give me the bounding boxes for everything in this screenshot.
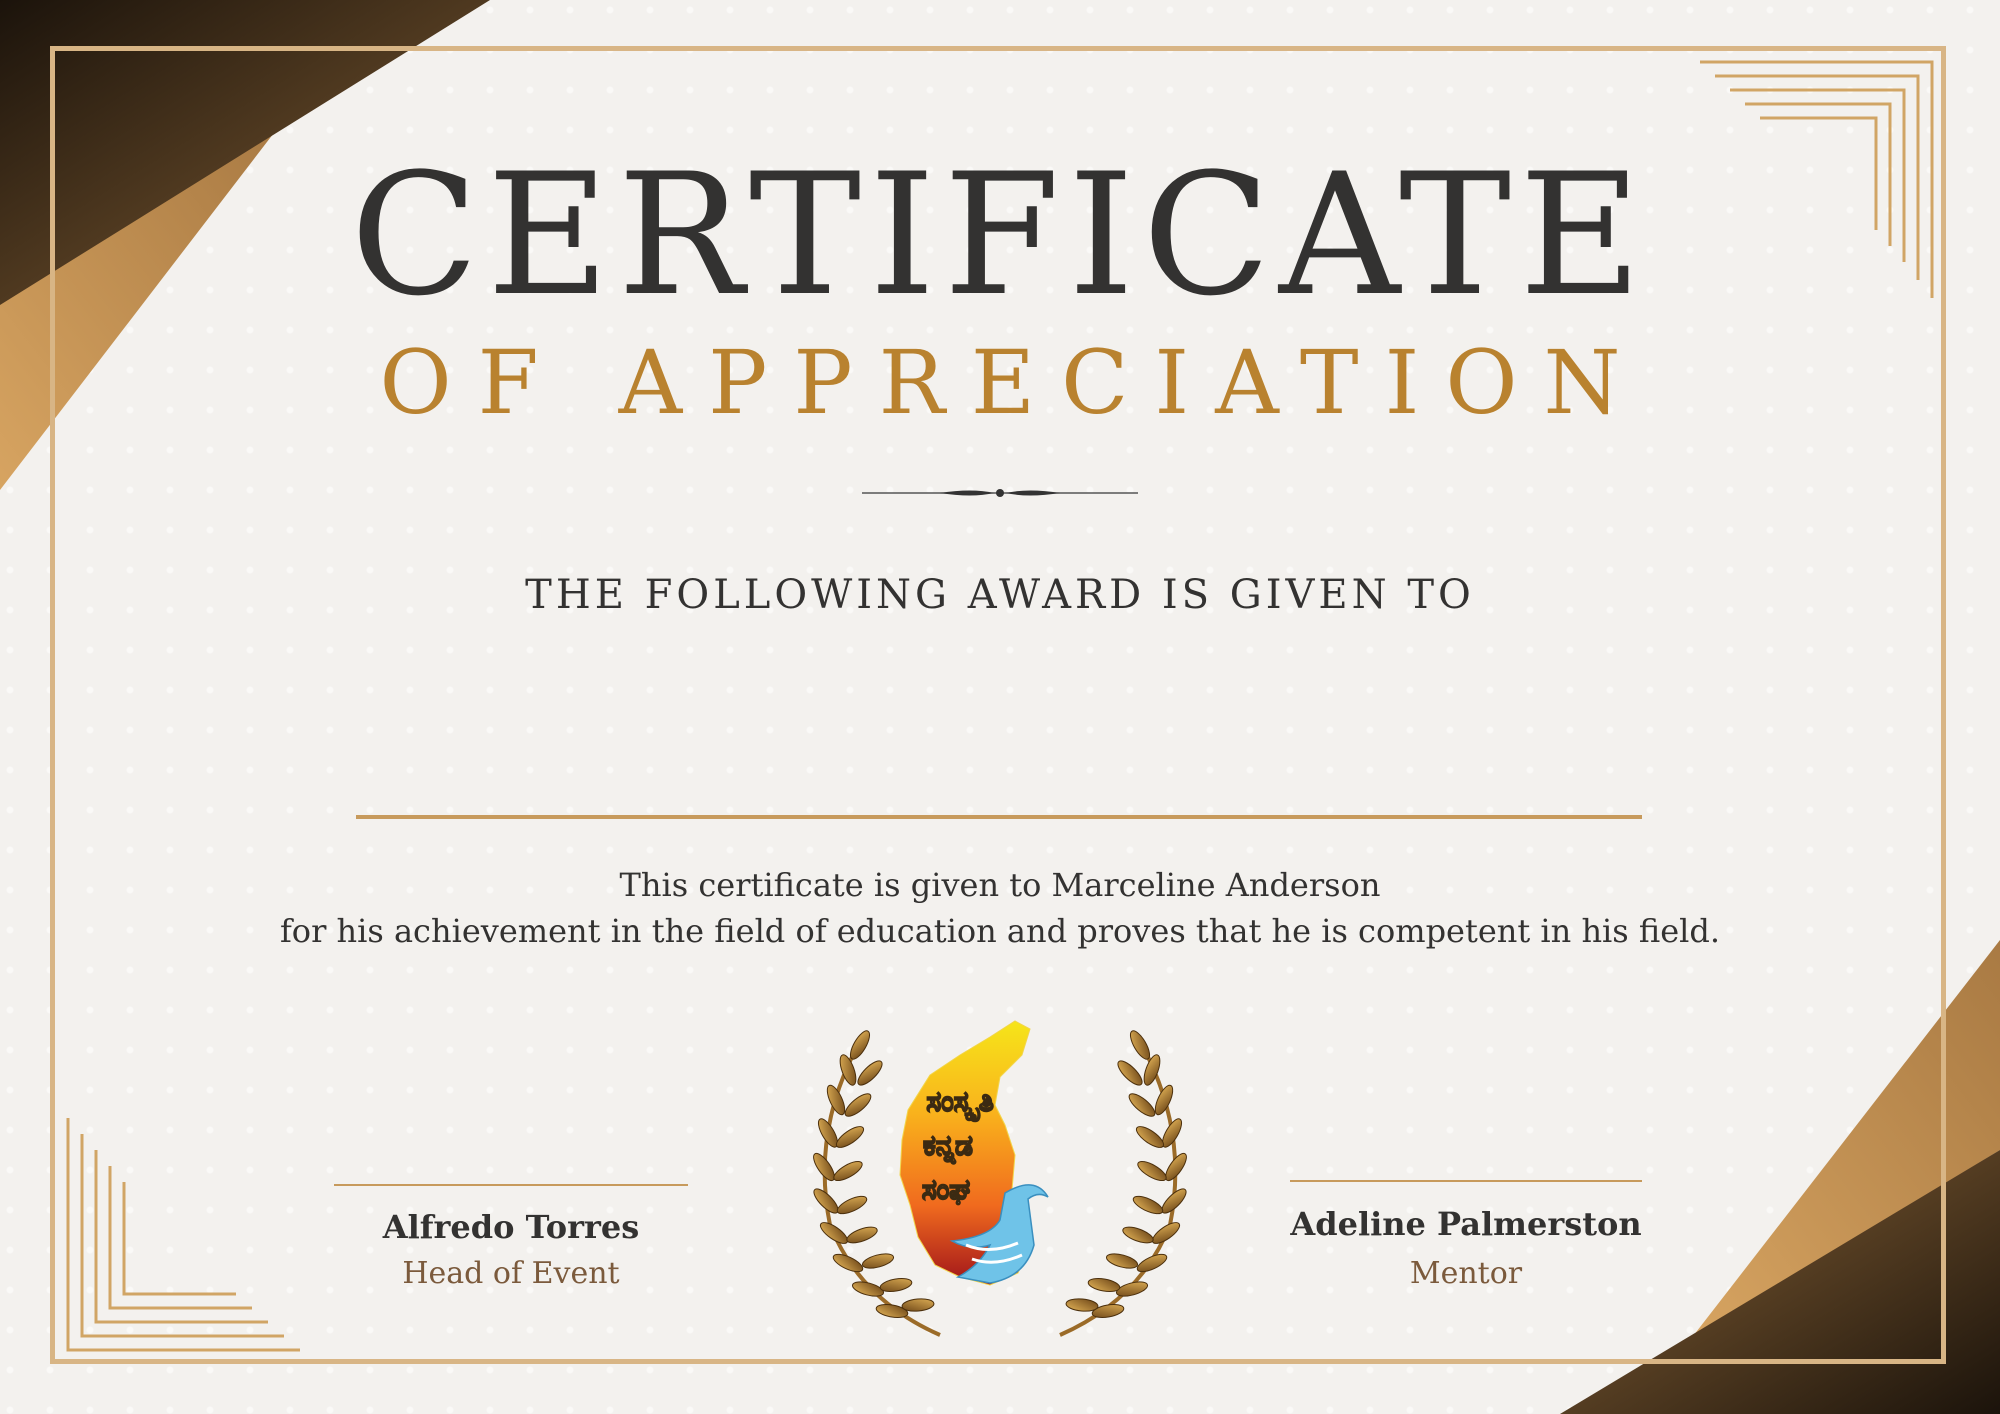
- emblem-text-line-1: ಸಂಸ್ಕೃತಿ: [926, 1085, 993, 1121]
- left-signatory-role: Head of Event: [402, 1256, 620, 1291]
- emblem-text-line-3: ಸಂಘ: [922, 1173, 970, 1206]
- left-signatory-name: Alfredo Torres: [382, 1208, 640, 1246]
- description-line-1: This certificate is given to Marceline A…: [619, 866, 1381, 904]
- right-signatory-role: Mentor: [1409, 1256, 1523, 1291]
- divider-ornament: [862, 489, 1138, 497]
- emblem-text-line-2: ಕನ್ನಡ: [923, 1129, 973, 1164]
- certificate-subtitle: OF APPRECIATION: [379, 331, 1647, 434]
- award-given-to-label: THE FOLLOWING AWARD IS GIVEN TO: [525, 572, 1475, 618]
- emblem-logo: ಸಂಸ್ಕೃತಿ ಕನ್ನಡ ಸಂಘ: [813, 1020, 1187, 1337]
- right-signatory-name: Adeline Palmerston: [1290, 1205, 1642, 1243]
- left-signature-line: [334, 1184, 688, 1186]
- description-line-2: for his achievement in the field of educ…: [279, 912, 1721, 950]
- right-laurel-icon: [1059, 1030, 1187, 1337]
- certificate-title: CERTIFICATE: [350, 137, 1650, 333]
- right-signature-line: [1290, 1180, 1642, 1182]
- certificate-page: CERTIFICATE OF APPRECIATION THE FOLLOWIN…: [0, 0, 2000, 1414]
- recipient-name-line: [356, 815, 1642, 819]
- certificate-description: This certificate is given to Marceline A…: [0, 862, 2000, 954]
